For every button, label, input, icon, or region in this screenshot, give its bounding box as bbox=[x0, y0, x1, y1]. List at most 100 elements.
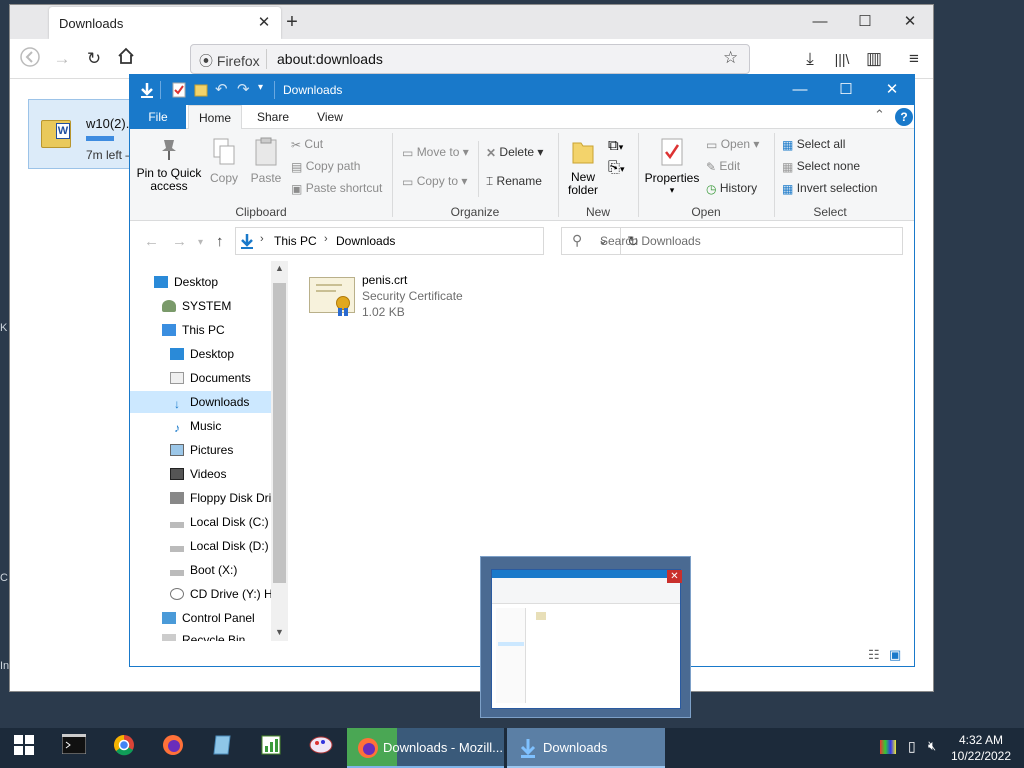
breadcrumb-chevron-icon[interactable]: › bbox=[260, 233, 264, 245]
reload-button[interactable]: ↻ bbox=[82, 47, 106, 71]
paint-app-icon[interactable] bbox=[307, 734, 335, 762]
invert-selection-button[interactable]: ▦ Invert selection bbox=[782, 181, 877, 196]
taskbar-task-explorer[interactable]: Downloads bbox=[507, 728, 665, 768]
nav-item-downloads[interactable]: ↓ Downloads bbox=[130, 391, 271, 413]
customize-qat-icon[interactable]: ▾ bbox=[258, 82, 263, 93]
breadcrumb-downloads[interactable]: Downloads bbox=[336, 234, 395, 248]
minimize-button[interactable]: — bbox=[777, 75, 823, 105]
breadcrumb-this-pc[interactable]: This PC bbox=[274, 234, 317, 248]
close-button[interactable]: ✕ bbox=[895, 10, 925, 34]
back-button[interactable] bbox=[18, 47, 42, 71]
select-none-button[interactable]: ▦ Select none bbox=[782, 159, 860, 174]
volume-muted-icon[interactable]: 🔇︎ bbox=[928, 738, 936, 754]
sidebar-icon[interactable]: ▥ bbox=[862, 47, 886, 71]
file-item[interactable]: penis.crt Security Certificate 1.02 KB bbox=[305, 273, 505, 325]
copy-path-button[interactable]: ▤ Copy path bbox=[291, 159, 360, 174]
properties-button[interactable]: Properties ▾ bbox=[642, 137, 702, 196]
cmd-icon[interactable] bbox=[60, 733, 88, 762]
start-button[interactable] bbox=[10, 734, 38, 762]
new-item-button[interactable]: ⧉▾ bbox=[608, 137, 623, 154]
bookmark-star-icon[interactable]: ☆ bbox=[723, 48, 738, 68]
delete-button[interactable]: ✕ Delete ▾ bbox=[486, 145, 543, 160]
scroll-up-icon[interactable]: ▲ bbox=[275, 263, 284, 273]
tab-file[interactable]: File bbox=[130, 105, 186, 129]
scroll-thumb[interactable] bbox=[273, 283, 286, 583]
nav-item-desktop[interactable]: Desktop bbox=[130, 343, 271, 365]
home-button[interactable] bbox=[114, 47, 138, 71]
tab-close-icon[interactable]: ✕ bbox=[254, 13, 274, 33]
pin-to-quick-access-button[interactable]: Pin to Quick access bbox=[136, 137, 202, 193]
forward-button[interactable]: → bbox=[50, 47, 74, 71]
select-all-button[interactable]: ▦ Select all bbox=[782, 137, 845, 152]
paste-button[interactable]: Paste bbox=[248, 137, 284, 185]
new-tab-button[interactable]: + bbox=[280, 11, 304, 35]
nav-item-floppy[interactable]: Floppy Disk Dri bbox=[130, 487, 271, 509]
downloads-icon[interactable]: ⤓ bbox=[798, 47, 822, 71]
forward-arrow-icon[interactable]: → bbox=[172, 233, 187, 250]
paste-shortcut-button[interactable]: ▣ Paste shortcut bbox=[291, 181, 382, 196]
copy-button[interactable]: Copy bbox=[206, 137, 242, 185]
nav-item-documents[interactable]: Documents bbox=[130, 367, 271, 389]
nav-scrollbar[interactable]: ▲ ▼ bbox=[271, 261, 288, 641]
taskbar-task-firefox[interactable]: Downloads - Mozill... bbox=[347, 728, 504, 768]
minimize-ribbon-icon[interactable]: ⌃ bbox=[874, 107, 885, 123]
app-icon[interactable] bbox=[208, 734, 236, 762]
color-tray-icon[interactable] bbox=[880, 740, 896, 754]
new-folder-button[interactable]: New folder bbox=[562, 137, 604, 197]
back-arrow-icon[interactable]: ← bbox=[144, 233, 159, 250]
nav-item-recycle-bin[interactable]: Recycle Bin bbox=[130, 629, 271, 641]
search-box[interactable]: ⚲ Search Downloads bbox=[561, 227, 903, 255]
history-button[interactable]: ◷ History bbox=[706, 181, 757, 196]
url-bar[interactable]: ⦿ Firefox about:downloads ☆ bbox=[190, 44, 750, 74]
move-to-button[interactable]: ▭ Move to ▾ bbox=[402, 145, 469, 160]
address-box[interactable]: › This PC › Downloads ⌄ ↻ bbox=[235, 227, 639, 255]
breadcrumb-chevron-icon[interactable]: › bbox=[324, 233, 328, 245]
easy-access-button[interactable]: ⎘▾ bbox=[608, 159, 625, 176]
menu-icon[interactable]: ≡ bbox=[902, 47, 926, 71]
taskbar-thumbnail-preview[interactable]: ✕ bbox=[480, 556, 691, 718]
url-text[interactable]: about:downloads bbox=[277, 51, 383, 67]
nav-item-boot[interactable]: Boot (X:) bbox=[130, 559, 271, 581]
firefox-taskbar-icon[interactable] bbox=[159, 734, 187, 762]
maximize-button[interactable]: ☐ bbox=[850, 10, 880, 34]
help-icon[interactable]: ? bbox=[895, 108, 913, 126]
maximize-button[interactable]: ☐ bbox=[823, 75, 869, 105]
tab-home[interactable]: Home bbox=[188, 105, 242, 129]
nav-item-pictures[interactable]: Pictures bbox=[130, 439, 271, 461]
library-icon[interactable]: |||\ bbox=[830, 47, 854, 71]
nav-item-control-panel[interactable]: Control Panel bbox=[130, 607, 271, 629]
tab-view[interactable]: View bbox=[304, 105, 356, 129]
nav-item-system[interactable]: SYSTEM bbox=[130, 295, 271, 317]
nav-item-music[interactable]: ♪ Music bbox=[130, 415, 271, 437]
chart-app-icon[interactable] bbox=[257, 734, 285, 762]
nav-item-local-c[interactable]: Local Disk (C:) bbox=[130, 511, 271, 533]
clock[interactable]: 4:32 AM 10/22/2022 bbox=[944, 732, 1018, 764]
chrome-icon[interactable] bbox=[110, 734, 138, 762]
minimize-button[interactable]: — bbox=[805, 10, 835, 34]
nav-item-desktop-root[interactable]: Desktop bbox=[130, 271, 271, 293]
nav-item-videos[interactable]: Videos bbox=[130, 463, 271, 485]
undo-icon[interactable]: ↶ bbox=[215, 80, 228, 98]
cut-button[interactable]: ✂ Cut bbox=[291, 137, 323, 152]
firefox-tab-downloads[interactable]: Downloads ✕ bbox=[49, 7, 281, 39]
usb-tray-icon[interactable]: ▯ bbox=[908, 738, 916, 755]
rename-button[interactable]: ⌶ Rename bbox=[486, 174, 542, 189]
close-button[interactable]: ✕ bbox=[869, 75, 915, 105]
nav-item-local-d[interactable]: Local Disk (D:) bbox=[130, 535, 271, 557]
identity-box[interactable]: ⦿ Firefox bbox=[199, 51, 260, 71]
preview-close-icon[interactable]: ✕ bbox=[667, 570, 682, 583]
details-view-icon[interactable]: ☷ bbox=[868, 647, 880, 662]
large-icons-view-icon[interactable]: ▣ bbox=[889, 647, 901, 662]
edit-button[interactable]: ✎ Edit bbox=[706, 159, 740, 174]
redo-icon[interactable]: ↷ bbox=[237, 80, 250, 98]
nav-item-cd-drive[interactable]: CD Drive (Y:) H bbox=[130, 583, 271, 605]
up-arrow-icon[interactable]: ↑ bbox=[216, 233, 224, 250]
explorer-title-bar[interactable]: ↶ ↷ ▾ Downloads — ☐ ✕ bbox=[130, 75, 914, 105]
tab-share[interactable]: Share bbox=[244, 105, 302, 129]
recent-locations-icon[interactable]: ▾ bbox=[198, 237, 203, 248]
nav-item-this-pc[interactable]: This PC bbox=[130, 319, 271, 341]
download-item[interactable]: W w10(2).v 7m left – bbox=[28, 99, 133, 169]
open-button[interactable]: ▭ Open ▾ bbox=[706, 137, 759, 152]
scroll-down-icon[interactable]: ▼ bbox=[275, 627, 284, 637]
copy-to-button[interactable]: ▭ Copy to ▾ bbox=[402, 174, 467, 189]
